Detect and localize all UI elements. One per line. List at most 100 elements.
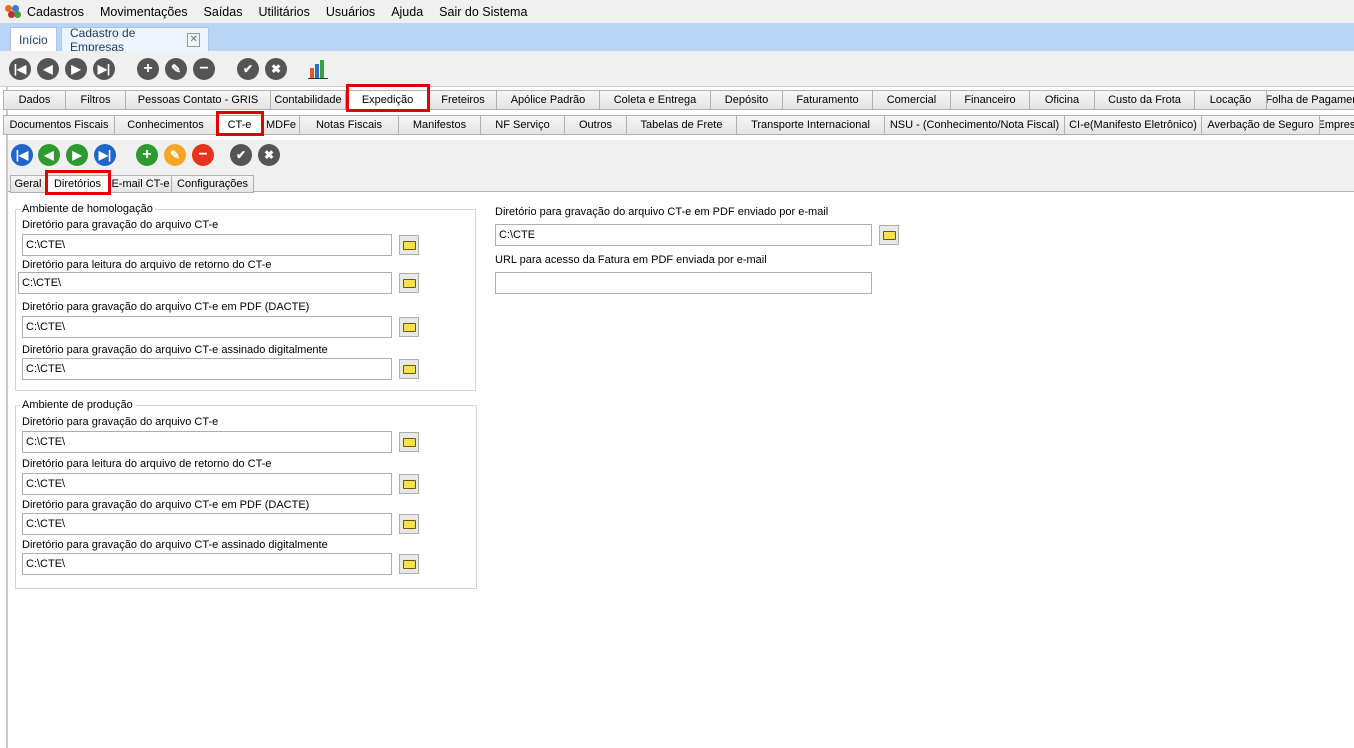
tab-conhecimentos[interactable]: Conhecimentos (115, 115, 217, 135)
tab-label: NSU - (Conhecimento/Nota Fiscal) (889, 119, 1060, 131)
next-record-icon[interactable]: ▶ (66, 144, 88, 166)
tab-coleta-e-entrega[interactable]: Coleta e Entrega (600, 90, 711, 110)
add-icon[interactable]: + (137, 58, 159, 80)
homolog-dir-input[interactable]: C:\CTE\ (22, 358, 392, 380)
tab-mdfe[interactable]: MDFe (263, 115, 300, 135)
cancel-icon[interactable]: ✖ (265, 58, 287, 80)
folder-icon (402, 322, 416, 332)
tab-label: Geral (14, 178, 42, 190)
tab-documentos-fiscais[interactable]: Documentos Fiscais (3, 115, 115, 135)
close-icon[interactable]: ✕ (187, 32, 200, 47)
tab-transporte-internacional[interactable]: Transporte Internacional (737, 115, 885, 135)
prev-record-icon[interactable]: ◀ (38, 144, 60, 166)
tab-label: NF Serviço (495, 119, 550, 131)
menu-cadastros[interactable]: Cadastros (27, 5, 84, 19)
next-record-icon[interactable]: ▶ (65, 58, 87, 80)
homolog-field-label: Diretório para gravação do arquivo CT-e … (22, 344, 328, 356)
homolog-dir-input[interactable]: C:\CTE\ (18, 272, 392, 294)
producao-dir-input[interactable]: C:\CTE\ (22, 553, 392, 575)
homolog-field-label: Diretório para leitura do arquivo de ret… (22, 259, 272, 271)
folder-icon (402, 364, 416, 374)
tab-pessoas-contato-gris[interactable]: Pessoas Contato - GRIS (126, 90, 271, 110)
confirm-icon[interactable]: ✔ (237, 58, 259, 80)
edit-icon[interactable]: ✎ (164, 144, 186, 166)
tab-cadastro-empresas[interactable]: Cadastro de Empresas ✕ (61, 26, 209, 54)
tab-empresa[interactable]: Empresa (1320, 115, 1354, 135)
tab-ci-e-manifesto-eletronico[interactable]: CI-e(Manifesto Eletrônico) (1065, 115, 1202, 135)
tab-label: Pessoas Contato - GRIS (137, 94, 259, 106)
main-toolbar: |◀ ◀ ▶ ▶| + ✎ − ✔ ✖ (0, 51, 1354, 87)
tab-label: Configurações (177, 178, 248, 190)
tab-nsu-conhecimento-nota-fiscal[interactable]: NSU - (Conhecimento/Nota Fiscal) (885, 115, 1065, 135)
browse-button[interactable] (399, 474, 419, 494)
tab-label: CI-e(Manifesto Eletrônico) (1069, 119, 1197, 131)
menu-saidas[interactable]: Saídas (204, 5, 243, 19)
delete-icon[interactable]: − (193, 58, 215, 80)
last-record-icon[interactable]: ▶| (94, 144, 116, 166)
tab-diretorios[interactable]: Diretórios (46, 175, 110, 193)
browse-button[interactable] (399, 235, 419, 255)
homolog-dir-input[interactable]: C:\CTE\ (22, 316, 392, 338)
menu-usuarios[interactable]: Usuários (326, 5, 375, 19)
browse-button[interactable] (399, 317, 419, 337)
producao-dir-input[interactable]: C:\CTE\ (22, 431, 392, 453)
tab-oficina[interactable]: Oficina (1030, 90, 1095, 110)
browse-button[interactable] (399, 273, 419, 293)
prev-record-icon[interactable]: ◀ (37, 58, 59, 80)
last-record-icon[interactable]: ▶| (93, 58, 115, 80)
first-record-icon[interactable]: |◀ (9, 58, 31, 80)
tab-tabelas-de-frete[interactable]: Tabelas de Frete (627, 115, 737, 135)
browse-button[interactable] (399, 432, 419, 452)
tab-filtros[interactable]: Filtros (66, 90, 126, 110)
tab-label: Depósito (724, 94, 769, 106)
tab-financeiro[interactable]: Financeiro (951, 90, 1030, 110)
homolog-dir-input[interactable]: C:\CTE\ (22, 234, 392, 256)
delete-icon[interactable]: − (192, 144, 214, 166)
edit-icon[interactable]: ✎ (165, 58, 187, 80)
tab-averbacao-de-seguro[interactable]: Averbação de Seguro (1202, 115, 1320, 135)
cte-tabs: Geral Diretórios E-mail CT-e Configurações (10, 175, 254, 193)
pdf-email-dir-label: Diretório para gravação do arquivo CT-e … (495, 206, 829, 218)
tab-freteiros[interactable]: Freteiros (430, 90, 497, 110)
tab-notas-fiscais[interactable]: Notas Fiscais (300, 115, 399, 135)
tab-nf-servico[interactable]: NF Serviço (481, 115, 565, 135)
cancel-icon[interactable]: ✖ (258, 144, 280, 166)
tab-outros[interactable]: Outros (565, 115, 627, 135)
tab-contabilidade[interactable]: Contabilidade (271, 90, 346, 110)
tab-inicio[interactable]: Início (10, 27, 57, 51)
tab-faturamento[interactable]: Faturamento (783, 90, 873, 110)
confirm-icon[interactable]: ✔ (230, 144, 252, 166)
url-fatura-input[interactable] (495, 272, 872, 294)
url-fatura-label: URL para acesso da Fatura em PDF enviada… (495, 254, 767, 266)
tab-expedicao[interactable]: Expedição (346, 90, 430, 110)
folder-icon (402, 519, 416, 529)
tab-geral[interactable]: Geral (10, 175, 46, 193)
tab-deposito[interactable]: Depósito (711, 90, 783, 110)
pdf-email-dir-input[interactable]: C:\CTE (495, 224, 872, 246)
menu-sair[interactable]: Sair do Sistema (439, 5, 527, 19)
report-chart-icon[interactable] (308, 59, 330, 81)
producao-dir-input[interactable]: C:\CTE\ (22, 513, 392, 535)
browse-button[interactable] (879, 225, 899, 245)
tab-label: Transporte Internacional (751, 119, 870, 131)
menu-movimentacoes[interactable]: Movimentações (100, 5, 188, 19)
browse-button[interactable] (399, 514, 419, 534)
menu-ajuda[interactable]: Ajuda (391, 5, 423, 19)
tab-e-mail-ct-e[interactable]: E-mail CT-e (110, 175, 172, 193)
tab-custo-da-frota[interactable]: Custo da Frota (1095, 90, 1195, 110)
tab-configuracoes[interactable]: Configurações (172, 175, 254, 193)
tab-manifestos[interactable]: Manifestos (399, 115, 481, 135)
producao-dir-input[interactable]: C:\CTE\ (22, 473, 392, 495)
browse-button[interactable] (399, 359, 419, 379)
tab-ct-e[interactable]: CT-e (217, 115, 263, 135)
add-icon[interactable]: + (136, 144, 158, 166)
first-record-icon[interactable]: |◀ (11, 144, 33, 166)
tab-label: Empresa (1320, 119, 1354, 131)
browse-button[interactable] (399, 554, 419, 574)
tab-apolice-padrao[interactable]: Apólice Padrão (497, 90, 600, 110)
tab-locacao[interactable]: Locação (1195, 90, 1267, 110)
tab-dados[interactable]: Dados (3, 90, 66, 110)
tab-folha-de-pagamento[interactable]: Folha de Pagamento (1267, 90, 1354, 110)
tab-comercial[interactable]: Comercial (873, 90, 951, 110)
menu-utilitarios[interactable]: Utilitários (258, 5, 309, 19)
